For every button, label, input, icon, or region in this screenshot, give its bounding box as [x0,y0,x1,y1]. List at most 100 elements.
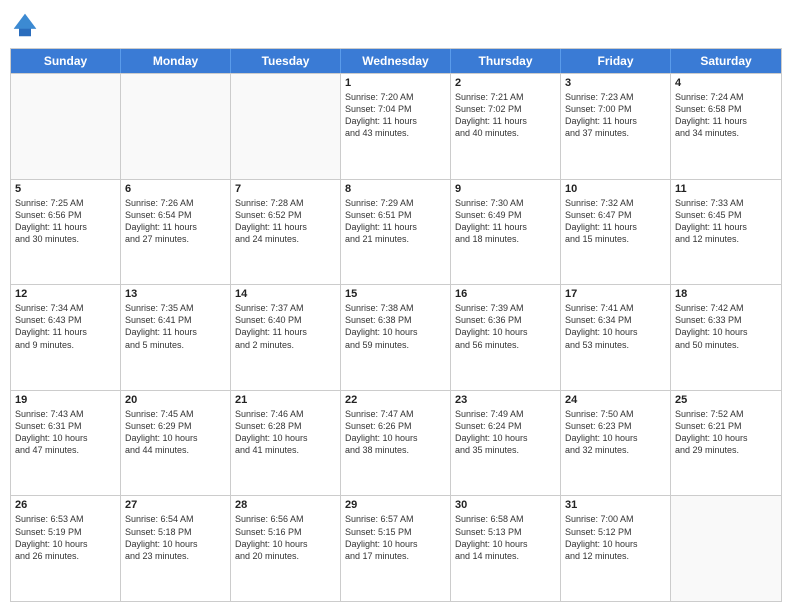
calendar-cell: 25 Sunrise: 7:52 AM Sunset: 6:21 PM Dayli… [671,391,781,496]
day-number: 29 [345,499,446,511]
day-number: 2 [455,77,556,89]
day-number: 1 [345,77,446,89]
day-info: Sunrise: 7:43 AM Sunset: 6:31 PM Dayligh… [15,408,116,457]
calendar-cell: 17Sunrise: 7:41 AM Sunset: 6:34 PM Dayli… [561,285,671,390]
calendar-cell [671,496,781,601]
calendar-cell: 3 Sunrise: 7:23 AM Sunset: 7:00 PM Daylig… [561,74,671,179]
weekday-header: Wednesday [341,49,451,73]
header [10,10,782,40]
calendar-cell: 23 Sunrise: 7:49 AM Sunset: 6:24 PM Dayli… [451,391,561,496]
calendar-cell [121,74,231,179]
day-number: 16 [455,288,556,300]
day-info: Sunrise: 6:54 AM Sunset: 5:18 PM Dayligh… [125,513,226,562]
day-info: Sunrise: 7:47 AM Sunset: 6:26 PM Dayligh… [345,408,446,457]
day-info: Sunrise: 7:26 AM Sunset: 6:54 PM Dayligh… [125,197,226,246]
day-number: 6 [125,183,226,195]
calendar-cell: 29 Sunrise: 6:57 AM Sunset: 5:15 PM Dayli… [341,496,451,601]
day-info: Sunrise: 7:28 AM Sunset: 6:52 PM Dayligh… [235,197,336,246]
calendar-cell: 15 Sunrise: 7:38 AM Sunset: 6:38 PM Dayli… [341,285,451,390]
day-number: 27 [125,499,226,511]
day-info: Sunrise: 6:58 AM Sunset: 5:13 PM Dayligh… [455,513,556,562]
day-number: 21 [235,394,336,406]
calendar-cell: 24 Sunrise: 7:50 AM Sunset: 6:23 PM Dayli… [561,391,671,496]
weekday-header: Monday [121,49,231,73]
calendar-cell: 7 Sunrise: 7:28 AM Sunset: 6:52 PM Daylig… [231,180,341,285]
calendar-header: SundayMondayTuesdayWednesdayThursdayFrid… [11,49,781,73]
calendar-cell: 16 Sunrise: 7:39 AM Sunset: 6:36 PM Dayli… [451,285,561,390]
calendar-cell: 22 Sunrise: 7:47 AM Sunset: 6:26 PM Dayli… [341,391,451,496]
calendar-row: 1Sunrise: 7:20 AM Sunset: 7:04 PM Daylig… [11,73,781,179]
day-number: 3 [565,77,666,89]
day-info: Sunrise: 7:21 AM Sunset: 7:02 PM Dayligh… [455,91,556,140]
calendar-cell: 18 Sunrise: 7:42 AM Sunset: 6:33 PM Dayli… [671,285,781,390]
calendar-cell: 1Sunrise: 7:20 AM Sunset: 7:04 PM Daylig… [341,74,451,179]
day-number: 8 [345,183,446,195]
day-info: Sunrise: 7:38 AM Sunset: 6:38 PM Dayligh… [345,302,446,351]
calendar-row: 12Sunrise: 7:34 AM Sunset: 6:43 PM Dayli… [11,284,781,390]
day-info: Sunrise: 6:57 AM Sunset: 5:15 PM Dayligh… [345,513,446,562]
day-number: 18 [675,288,777,300]
page: SundayMondayTuesdayWednesdayThursdayFrid… [0,0,792,612]
calendar-cell: 2 Sunrise: 7:21 AM Sunset: 7:02 PM Daylig… [451,74,561,179]
day-number: 4 [675,77,777,89]
calendar-cell: 8 Sunrise: 7:29 AM Sunset: 6:51 PM Daylig… [341,180,451,285]
calendar-cell: 31Sunrise: 7:00 AM Sunset: 5:12 PM Dayli… [561,496,671,601]
calendar-cell: 9 Sunrise: 7:30 AM Sunset: 6:49 PM Daylig… [451,180,561,285]
day-info: Sunrise: 7:23 AM Sunset: 7:00 PM Dayligh… [565,91,666,140]
day-number: 24 [565,394,666,406]
day-info: Sunrise: 7:39 AM Sunset: 6:36 PM Dayligh… [455,302,556,351]
calendar-cell: 30 Sunrise: 6:58 AM Sunset: 5:13 PM Dayli… [451,496,561,601]
day-number: 14 [235,288,336,300]
day-number: 23 [455,394,556,406]
day-info: Sunrise: 7:41 AM Sunset: 6:34 PM Dayligh… [565,302,666,351]
day-info: Sunrise: 7:00 AM Sunset: 5:12 PM Dayligh… [565,513,666,562]
day-number: 22 [345,394,446,406]
day-info: Sunrise: 7:46 AM Sunset: 6:28 PM Dayligh… [235,408,336,457]
day-info: Sunrise: 7:25 AM Sunset: 6:56 PM Dayligh… [15,197,116,246]
calendar-cell: 20Sunrise: 7:45 AM Sunset: 6:29 PM Dayli… [121,391,231,496]
day-number: 20 [125,394,226,406]
calendar-row: 5 Sunrise: 7:25 AM Sunset: 6:56 PM Daylig… [11,179,781,285]
calendar-cell: 26 Sunrise: 6:53 AM Sunset: 5:19 PM Dayli… [11,496,121,601]
day-info: Sunrise: 6:56 AM Sunset: 5:16 PM Dayligh… [235,513,336,562]
day-info: Sunrise: 6:53 AM Sunset: 5:19 PM Dayligh… [15,513,116,562]
calendar-cell: 12Sunrise: 7:34 AM Sunset: 6:43 PM Dayli… [11,285,121,390]
day-info: Sunrise: 7:30 AM Sunset: 6:49 PM Dayligh… [455,197,556,246]
calendar-cell: 10 Sunrise: 7:32 AM Sunset: 6:47 PM Dayli… [561,180,671,285]
weekday-header: Sunday [11,49,121,73]
day-info: Sunrise: 7:29 AM Sunset: 6:51 PM Dayligh… [345,197,446,246]
logo [10,10,42,40]
weekday-header: Tuesday [231,49,341,73]
calendar-cell: 5 Sunrise: 7:25 AM Sunset: 6:56 PM Daylig… [11,180,121,285]
day-number: 9 [455,183,556,195]
day-number: 5 [15,183,116,195]
calendar-cell: 19Sunrise: 7:43 AM Sunset: 6:31 PM Dayli… [11,391,121,496]
weekday-header: Friday [561,49,671,73]
day-number: 15 [345,288,446,300]
day-number: 7 [235,183,336,195]
day-info: Sunrise: 7:35 AM Sunset: 6:41 PM Dayligh… [125,302,226,351]
calendar-cell [11,74,121,179]
calendar-row: 26 Sunrise: 6:53 AM Sunset: 5:19 PM Dayli… [11,495,781,601]
logo-icon [10,10,40,40]
calendar-cell [231,74,341,179]
day-info: Sunrise: 7:42 AM Sunset: 6:33 PM Dayligh… [675,302,777,351]
day-info: Sunrise: 7:37 AM Sunset: 6:40 PM Dayligh… [235,302,336,351]
calendar: SundayMondayTuesdayWednesdayThursdayFrid… [10,48,782,602]
day-number: 13 [125,288,226,300]
day-info: Sunrise: 7:52 AM Sunset: 6:21 PM Dayligh… [675,408,777,457]
day-number: 25 [675,394,777,406]
calendar-cell: 27 Sunrise: 6:54 AM Sunset: 5:18 PM Dayli… [121,496,231,601]
calendar-cell: 13 Sunrise: 7:35 AM Sunset: 6:41 PM Dayli… [121,285,231,390]
day-info: Sunrise: 7:32 AM Sunset: 6:47 PM Dayligh… [565,197,666,246]
calendar-body: 1Sunrise: 7:20 AM Sunset: 7:04 PM Daylig… [11,73,781,601]
day-number: 28 [235,499,336,511]
day-number: 30 [455,499,556,511]
weekday-header: Thursday [451,49,561,73]
calendar-cell: 14 Sunrise: 7:37 AM Sunset: 6:40 PM Dayli… [231,285,341,390]
day-info: Sunrise: 7:49 AM Sunset: 6:24 PM Dayligh… [455,408,556,457]
day-number: 26 [15,499,116,511]
day-number: 10 [565,183,666,195]
day-info: Sunrise: 7:50 AM Sunset: 6:23 PM Dayligh… [565,408,666,457]
calendar-cell: 11Sunrise: 7:33 AM Sunset: 6:45 PM Dayli… [671,180,781,285]
